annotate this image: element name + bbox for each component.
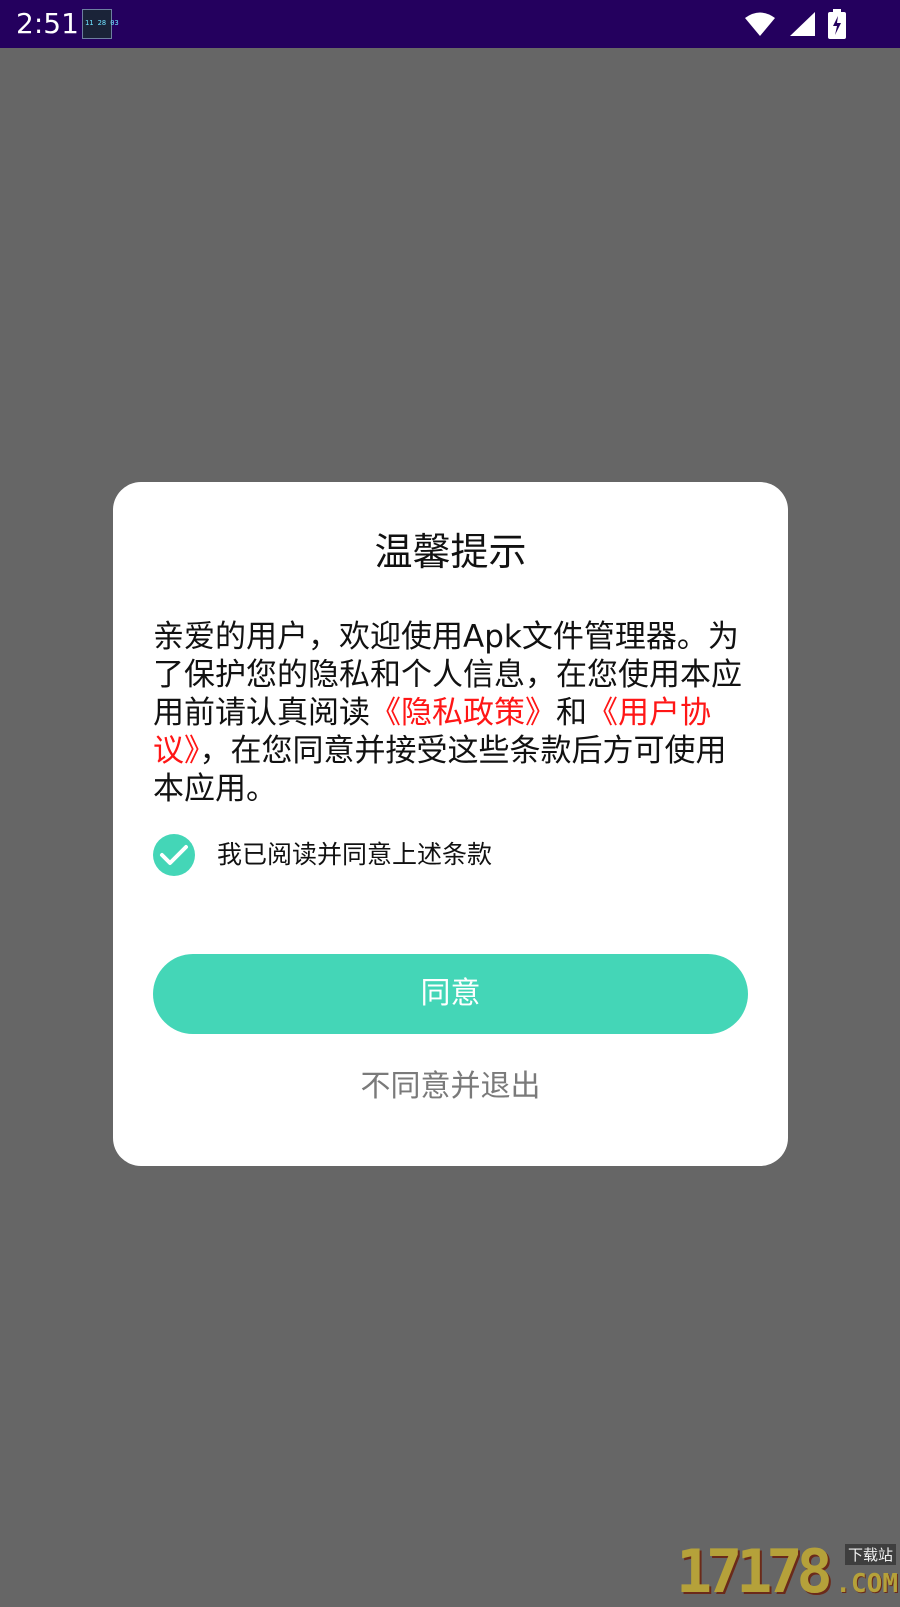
agree-button[interactable]: 同意 <box>153 954 748 1034</box>
watermark-logo: 17178 下载站 .COM <box>676 1537 900 1607</box>
wifi-icon <box>744 11 776 37</box>
decline-and-exit-button[interactable]: 不同意并退出 <box>113 1067 788 1107</box>
status-icons <box>744 8 846 40</box>
consent-checkbox-row[interactable]: 我已阅读并同意上述条款 <box>153 834 492 876</box>
dialog-message: 亲爱的用户，欢迎使用Apk文件管理器。为了保护您的隐私和个人信息，在您使用本应用… <box>153 618 753 808</box>
status-time: 2:51 <box>16 7 79 40</box>
consent-label: 我已阅读并同意上述条款 <box>217 840 493 869</box>
battery-charging-icon <box>828 9 846 39</box>
cellular-signal-icon <box>788 11 816 37</box>
dialog-title: 温馨提示 <box>374 530 527 574</box>
privacy-dialog: 温馨提示 亲爱的用户，欢迎使用Apk文件管理器。为了保护您的隐私和个人信息，在您… <box>113 482 788 1166</box>
watermark-number: 17178 <box>676 1537 833 1607</box>
status-bar: 2:51 11 28 03 <box>0 0 900 48</box>
clock-widget-icon: 11 28 03 <box>82 9 119 39</box>
message-text: 和 <box>556 695 587 731</box>
watermark-tag: 下载站 <box>844 1544 896 1565</box>
watermark-suffix: .COM <box>835 1569 898 1599</box>
message-text: ，在您同意并接受这些条款后方可使用本应用。 <box>153 733 727 807</box>
checkbox-checked-icon[interactable] <box>153 834 195 876</box>
privacy-policy-link[interactable]: 《隐私政策》 <box>370 695 556 731</box>
